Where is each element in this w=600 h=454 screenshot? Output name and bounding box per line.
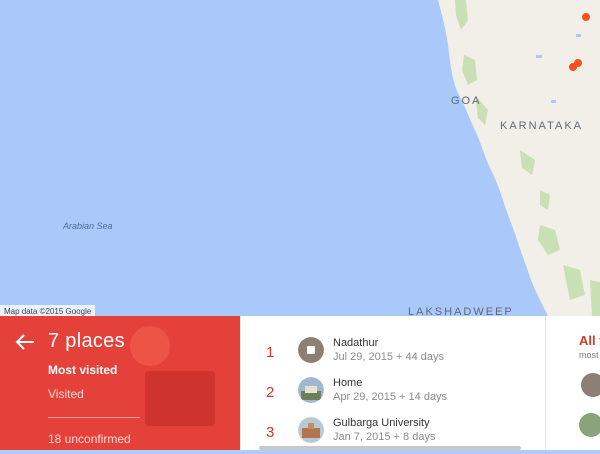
- place-rank: 1: [266, 344, 275, 361]
- decorative-circle: [130, 326, 170, 366]
- most-visited-tab[interactable]: Most visited: [48, 363, 117, 377]
- place-date: Jul 29, 2015 + 44 days: [333, 351, 444, 363]
- visited-tab[interactable]: Visited: [48, 387, 84, 401]
- horizontal-scrollbar[interactable]: [259, 446, 521, 450]
- place-rank: 3: [266, 424, 275, 441]
- location-marker-icon: [581, 373, 600, 397]
- all-places-title: All t: [579, 333, 600, 348]
- map-label-karnataka: KARNATAKA: [500, 120, 583, 132]
- place-date: Apr 29, 2015 + 14 days: [333, 391, 448, 403]
- place-photo-icon: [579, 413, 600, 437]
- places-count-title: 7 places: [48, 330, 125, 352]
- places-list: 1 Nadathur Jul 29, 2015 + 44 days 2 Home…: [240, 316, 546, 450]
- all-places-panel: All t most: [545, 316, 600, 450]
- university-photo-icon: [298, 417, 324, 443]
- map-label-goa: GOA: [451, 95, 482, 107]
- home-photo-icon: [298, 377, 324, 403]
- place-name: Nadathur: [333, 337, 379, 349]
- land-mass: [438, 0, 600, 316]
- place-date: Jan 7, 2015 + 8 days: [333, 431, 436, 443]
- map-marker: [569, 63, 577, 71]
- back-arrow-icon[interactable]: [14, 332, 36, 352]
- decorative-illustration: [145, 371, 215, 426]
- place-rank: 2: [266, 384, 275, 401]
- map-label-arabian-sea: Arabian Sea: [63, 221, 113, 231]
- location-marker-icon: [298, 337, 324, 363]
- map-marker: [582, 13, 590, 21]
- divider: [48, 417, 140, 418]
- all-places-subtitle: most: [579, 350, 599, 360]
- list-item[interactable]: 2 Home Apr 29, 2015 + 14 days: [241, 374, 546, 414]
- place-name: Home: [333, 377, 363, 389]
- place-name: Gulbarga University: [333, 417, 430, 429]
- list-item[interactable]: 1 Nadathur Jul 29, 2015 + 44 days: [241, 334, 546, 374]
- unconfirmed-tab[interactable]: 18 unconfirmed: [48, 432, 131, 446]
